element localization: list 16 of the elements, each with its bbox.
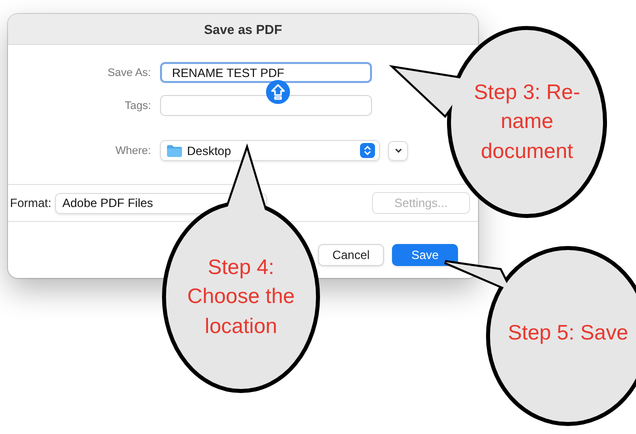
stepper-icon xyxy=(360,143,375,158)
field-label: Tags: xyxy=(124,100,151,112)
dialog-title: Save as PDF xyxy=(204,22,282,36)
save-button[interactable]: Save xyxy=(392,244,458,266)
field-label: Format: xyxy=(10,196,52,210)
text-field[interactable]: RENAME TEST PDF xyxy=(160,62,372,83)
chevron-icon xyxy=(394,146,402,155)
field-label: Save As: xyxy=(106,66,151,78)
callout-text: Step 3: Re- name document xyxy=(472,80,582,165)
folder-icon xyxy=(167,144,182,156)
callout-text: Step 5: Save xyxy=(506,320,630,346)
field-label: Where: xyxy=(114,144,151,156)
caps-lock-icon xyxy=(266,80,290,104)
expand-button[interactable] xyxy=(388,140,408,160)
cancel-button[interactable]: Cancel xyxy=(318,244,384,266)
callout-text: Step 4: Choose the location xyxy=(186,254,296,340)
